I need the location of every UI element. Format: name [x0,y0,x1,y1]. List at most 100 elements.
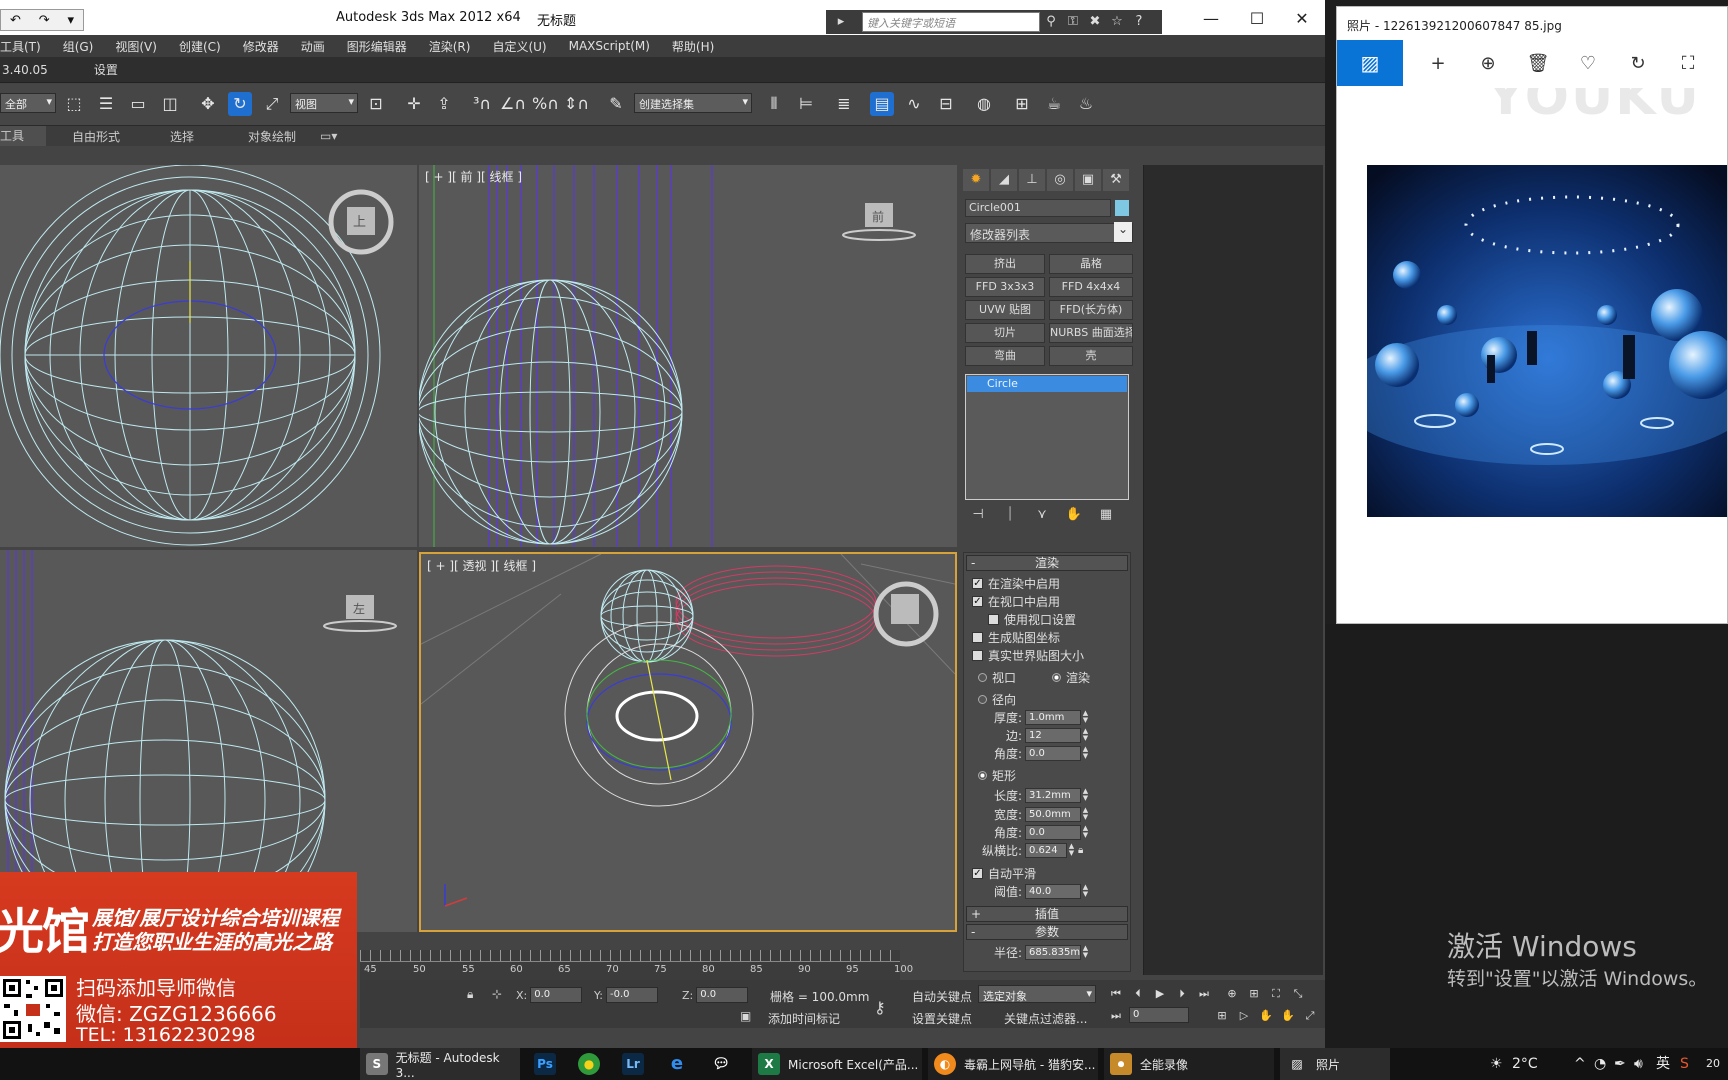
modifier-button-slice[interactable]: 切片 [965,323,1045,343]
reference-coordinate-dropdown[interactable]: 视图 [290,93,358,113]
generate-mapping-checkbox[interactable]: 生成贴图坐标 [972,629,1060,646]
layer-manager-icon[interactable]: ≣ [832,92,856,116]
search-input[interactable]: 键入关键字或短语 [862,12,1040,32]
sogou-icon[interactable]: S [1680,1048,1689,1080]
key-filters-button[interactable]: 关键点过滤器... [1004,1010,1087,1027]
create-tab-icon[interactable]: ✹ [963,169,989,191]
real-world-mapping-checkbox[interactable]: 真实世界贴图大小 [972,647,1084,664]
play-icon[interactable]: ▶ [1150,985,1170,1003]
tab-object-paint[interactable]: 对象绘制 [248,128,296,145]
radius-spinner[interactable]: 半径: 685.835m ▲ ▼ [982,944,1090,961]
viewport-radio[interactable]: 视口 [978,669,1016,686]
render-production-icon[interactable]: ♨ [1074,92,1098,116]
ime-indicator[interactable]: 英 [1656,1048,1670,1080]
auto-key-button[interactable]: 自动关键点 [912,988,972,1005]
tab-tools[interactable]: 工具 [0,126,46,146]
taskbar-item-recorder[interactable]: ⏺ 全能录像 [1104,1048,1274,1080]
close-button[interactable]: ✕ [1279,6,1325,32]
communication-icon[interactable]: ✖ [1084,12,1106,32]
enable-in-renderer-checkbox[interactable]: ✓ 在渲染中启用 [972,575,1060,592]
taskbar-item-ie[interactable]: e [660,1048,696,1080]
window-crossing-icon[interactable]: ◫ [158,92,182,116]
rotate-icon[interactable]: ↻ [228,92,252,116]
taskbar-item-lightroom[interactable]: Lr [616,1048,652,1080]
ribbon-options-icon[interactable]: ▭▾ [320,129,337,143]
modifier-button-ffd444[interactable]: FFD 4x4x4 [1049,277,1133,297]
tray-expand-icon[interactable]: ^ [1574,1048,1586,1080]
zoom-icon[interactable]: ⊕ [1222,985,1242,1003]
help-icon[interactable]: ? [1128,12,1150,32]
see-all-photos-icon[interactable]: ▨ [1337,40,1403,86]
pen-icon[interactable]: ✒ [1614,1048,1626,1080]
network-icon[interactable]: ◔ [1594,1048,1606,1080]
width-spinner[interactable]: 宽度: 50.0mm ▲ ▼ [982,806,1090,823]
perspective-viewport-label[interactable]: [ + ][ 透视 ][ 线框 ] [427,557,536,574]
align-icon[interactable]: ⊨ [794,92,818,116]
angle-spinner[interactable]: 角度: 0.0 ▲ ▼ [982,745,1090,762]
hierarchy-tab-icon[interactable]: ⊥ [1019,169,1045,191]
zoom-extents-all-icon[interactable]: ⤡ [1288,985,1308,1003]
use-viewport-settings-checkbox[interactable]: 使用视口设置 [988,611,1076,628]
object-name-field[interactable]: Circle001 [965,199,1111,217]
rendering-rollout-header[interactable]: - 渲染 [966,555,1128,571]
clock[interactable]: 20 [1706,1048,1720,1080]
go-to-start-icon[interactable]: ⏮ [1106,985,1126,1003]
z-coordinate-field[interactable]: Z: 0.0 [682,987,749,1003]
length-spinner[interactable]: 长度: 31.2mm ▲ ▼ [982,787,1090,804]
configure-sets-icon[interactable]: ▦ [1095,505,1117,525]
schematic-view-icon[interactable]: ⊟ [934,92,958,116]
volume-icon[interactable]: 🔊︎ [1634,1048,1643,1080]
tab-selection[interactable]: 选择 [170,128,194,145]
ribbon-settings[interactable]: 设置 [94,61,118,78]
aspect-spinner[interactable]: 纵横比: 0.624 ▲ ▼ 🔒︎ [968,842,1083,859]
pin-stack-icon[interactable]: ⊣ [967,505,989,525]
lock-aspect-icon[interactable]: 🔒︎ [1078,845,1083,856]
mirror-icon[interactable]: ⫴ [762,92,786,116]
maximize-viewport-icon[interactable]: ⤢ [1300,1007,1320,1025]
current-frame-field[interactable]: 0 [1126,1007,1189,1023]
key-mode-icon[interactable]: ⏭ [1106,1007,1126,1025]
radial-radio[interactable]: 径向 [978,691,1016,708]
scale-icon[interactable]: ⤢ [260,92,284,116]
menu-maxscript[interactable]: MAXScript(M) [569,39,650,53]
menu-group[interactable]: 组(G) [63,38,94,55]
curve-editor-icon[interactable]: ∿ [902,92,926,116]
zoom-all-icon[interactable]: ⊞ [1244,985,1264,1003]
rendered-frame-icon[interactable]: ☕ [1042,92,1066,116]
menu-modifiers[interactable]: 修改器 [243,38,279,55]
taskbar-item-photos[interactable]: ▨ 照片 [1280,1048,1390,1080]
interpolation-rollout-header[interactable]: + 插值 [966,906,1128,922]
show-end-result-icon[interactable]: ⏐ [999,505,1021,525]
make-unique-icon[interactable]: ⋎ [1031,505,1053,525]
rotate-icon[interactable]: ↻ [1623,50,1653,78]
modifier-button-ffd333[interactable]: FFD 3x3x3 [965,277,1045,297]
modifier-button-lattice[interactable]: 晶格 [1049,254,1133,274]
modifier-button-uvw[interactable]: UVW 贴图 [965,300,1045,320]
modifier-stack[interactable]: Circle [965,374,1129,500]
edit-named-selection-icon[interactable]: ✎ [604,92,628,116]
select-by-name-icon[interactable]: ☰ [94,92,118,116]
modifier-button-bend[interactable]: 弯曲 [965,346,1045,366]
menu-tools[interactable]: 工具(T) [0,38,41,55]
next-frame-icon[interactable]: ⏵ [1172,985,1192,1003]
weather-temperature[interactable]: 2°C [1512,1048,1538,1080]
taskbar-item-3dsmax[interactable]: S 无标题 - Autodesk 3... [360,1048,520,1080]
favorite-icon[interactable]: ♡ [1573,50,1603,78]
add-time-tag-button[interactable]: 添加时间标记 [768,1010,840,1027]
viewport-front[interactable]: 前 [ + ][ 前 ][ 线框 ] [419,165,957,547]
keyboard-shortcut-icon[interactable]: ⇪ [432,92,456,116]
set-key-button[interactable]: 设置关键点 [912,1010,972,1027]
selection-filter-dropdown[interactable]: 全部 [0,93,56,113]
previous-frame-icon[interactable]: ⏴ [1128,985,1148,1003]
key-selection-dropdown[interactable]: 选定对象 [978,985,1096,1003]
key-icon[interactable]: ⚿ [1062,12,1084,32]
menu-help[interactable]: 帮助(H) [672,38,714,55]
undo-icon[interactable]: ↶ [10,13,21,28]
menu-graph-editors[interactable]: 图形编辑器 [347,38,407,55]
select-object-icon[interactable]: ⬚ [62,92,86,116]
render-setup-icon[interactable]: ⊞ [1010,92,1034,116]
tab-freeform[interactable]: 自由形式 [72,128,120,145]
object-color-swatch[interactable] [1115,200,1129,216]
select-manipulate-icon[interactable]: ✛ [402,92,426,116]
rectangular-radio[interactable]: 矩形 [978,767,1016,784]
